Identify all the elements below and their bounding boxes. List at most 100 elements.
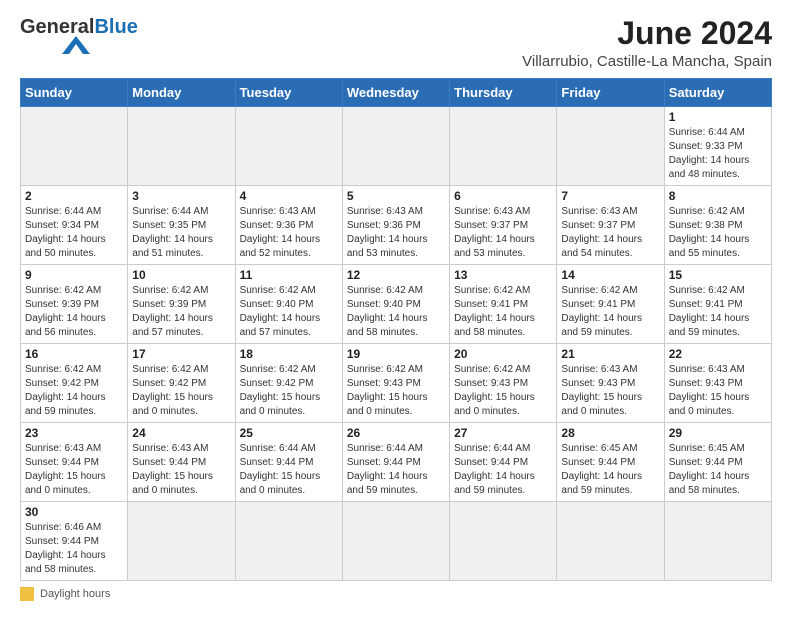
- calendar-header-friday: Friday: [557, 79, 664, 107]
- header: GeneralBlue June 2024 Villarrubio, Casti…: [20, 16, 772, 70]
- calendar-day-cell: 13 Sunrise: 6:42 AM Sunset: 9:41 PM Dayli…: [450, 265, 557, 344]
- logo-general: General: [20, 16, 94, 38]
- day-number: 19: [347, 347, 445, 361]
- calendar-day-cell: 1 Sunrise: 6:44 AM Sunset: 9:33 PM Daylig…: [664, 107, 771, 186]
- calendar-day-cell: 23 Sunrise: 6:43 AM Sunset: 9:44 PM Dayli…: [21, 423, 128, 502]
- day-number: 11: [240, 268, 338, 282]
- day-info: Sunrise: 6:44 AM Sunset: 9:33 PM Dayligh…: [669, 126, 767, 182]
- day-number: 17: [132, 347, 230, 361]
- day-number: 28: [561, 426, 659, 440]
- day-number: 16: [25, 347, 123, 361]
- calendar-day-cell: 11Sunrise: 6:42 AM Sunset: 9:40 PM Dayli…: [235, 265, 342, 344]
- calendar-day-cell: [450, 107, 557, 186]
- logo-area: GeneralBlue: [20, 16, 138, 54]
- day-info: Sunrise: 6:42 AM Sunset: 9:43 PM Dayligh…: [454, 363, 552, 419]
- calendar-header-saturday: Saturday: [664, 79, 771, 107]
- calendar-day-cell: 27Sunrise: 6:44 AM Sunset: 9:44 PM Dayli…: [450, 423, 557, 502]
- calendar-day-cell: 3 Sunrise: 6:44 AM Sunset: 9:35 PM Daylig…: [128, 186, 235, 265]
- day-info: Sunrise: 6:42 AM Sunset: 9:41 PM Dayligh…: [669, 284, 767, 340]
- calendar-day-cell: [21, 107, 128, 186]
- location-subtitle: Villarrubio, Castille-La Mancha, Spain: [522, 53, 772, 70]
- day-info: Sunrise: 6:42 AM Sunset: 9:41 PM Dayligh…: [454, 284, 552, 340]
- calendar-week-row: 16 Sunrise: 6:42 AM Sunset: 9:42 PM Dayli…: [21, 344, 772, 423]
- calendar-day-cell: 19Sunrise: 6:42 AM Sunset: 9:43 PM Dayli…: [342, 344, 449, 423]
- day-info: Sunrise: 6:42 AM Sunset: 9:38 PM Dayligh…: [669, 205, 767, 261]
- day-info: Sunrise: 6:42 AM Sunset: 9:40 PM Dayligh…: [347, 284, 445, 340]
- calendar-day-cell: 24 Sunrise: 6:43 AM Sunset: 9:44 PM Dayli…: [128, 423, 235, 502]
- day-number: 8: [669, 189, 767, 203]
- calendar-header-row: SundayMondayTuesdayWednesdayThursdayFrid…: [21, 79, 772, 107]
- calendar-day-cell: 6 Sunrise: 6:43 AM Sunset: 9:37 PM Daylig…: [450, 186, 557, 265]
- calendar-day-cell: 8 Sunrise: 6:42 AM Sunset: 9:38 PM Daylig…: [664, 186, 771, 265]
- day-info: Sunrise: 6:44 AM Sunset: 9:44 PM Dayligh…: [347, 442, 445, 498]
- calendar-day-cell: 16 Sunrise: 6:42 AM Sunset: 9:42 PM Dayli…: [21, 344, 128, 423]
- day-number: 13: [454, 268, 552, 282]
- day-info: Sunrise: 6:43 AM Sunset: 9:44 PM Dayligh…: [25, 442, 123, 498]
- calendar-day-cell: [557, 107, 664, 186]
- day-number: 1: [669, 110, 767, 124]
- day-number: 23: [25, 426, 123, 440]
- day-info: Sunrise: 6:45 AM Sunset: 9:44 PM Dayligh…: [669, 442, 767, 498]
- day-number: 14: [561, 268, 659, 282]
- day-info: Sunrise: 6:43 AM Sunset: 9:37 PM Dayligh…: [561, 205, 659, 261]
- daylight-box-icon: [20, 587, 34, 601]
- calendar-day-cell: [664, 502, 771, 581]
- calendar-day-cell: 15 Sunrise: 6:42 AM Sunset: 9:41 PM Dayli…: [664, 265, 771, 344]
- calendar-day-cell: [128, 107, 235, 186]
- day-number: 15: [669, 268, 767, 282]
- calendar-day-cell: [235, 502, 342, 581]
- calendar-day-cell: 4Sunrise: 6:43 AM Sunset: 9:36 PM Daylig…: [235, 186, 342, 265]
- day-info: Sunrise: 6:43 AM Sunset: 9:44 PM Dayligh…: [132, 442, 230, 498]
- calendar-day-cell: 22 Sunrise: 6:43 AM Sunset: 9:43 PM Dayli…: [664, 344, 771, 423]
- day-number: 24: [132, 426, 230, 440]
- calendar-day-cell: [128, 502, 235, 581]
- calendar-day-cell: [235, 107, 342, 186]
- calendar-day-cell: 9Sunrise: 6:42 AM Sunset: 9:39 PM Daylig…: [21, 265, 128, 344]
- day-info: Sunrise: 6:42 AM Sunset: 9:42 PM Dayligh…: [240, 363, 338, 419]
- calendar-header-sunday: Sunday: [21, 79, 128, 107]
- calendar-day-cell: 14 Sunrise: 6:42 AM Sunset: 9:41 PM Dayli…: [557, 265, 664, 344]
- day-info: Sunrise: 6:44 AM Sunset: 9:44 PM Dayligh…: [240, 442, 338, 498]
- logo-blue: Blue: [94, 16, 137, 38]
- day-info: Sunrise: 6:45 AM Sunset: 9:44 PM Dayligh…: [561, 442, 659, 498]
- calendar-header-monday: Monday: [128, 79, 235, 107]
- calendar-day-cell: 25Sunrise: 6:44 AM Sunset: 9:44 PM Dayli…: [235, 423, 342, 502]
- calendar-day-cell: 12Sunrise: 6:42 AM Sunset: 9:40 PM Dayli…: [342, 265, 449, 344]
- calendar-table: SundayMondayTuesdayWednesdayThursdayFrid…: [20, 78, 772, 581]
- calendar-day-cell: 18 Sunrise: 6:42 AM Sunset: 9:42 PM Dayli…: [235, 344, 342, 423]
- footer-note: Daylight hours: [20, 587, 772, 601]
- day-number: 26: [347, 426, 445, 440]
- calendar-day-cell: [342, 502, 449, 581]
- calendar-week-row: 30 Sunrise: 6:46 AM Sunset: 9:44 PM Dayli…: [21, 502, 772, 581]
- day-info: Sunrise: 6:43 AM Sunset: 9:43 PM Dayligh…: [561, 363, 659, 419]
- day-info: Sunrise: 6:44 AM Sunset: 9:35 PM Dayligh…: [132, 205, 230, 261]
- day-number: 6: [454, 189, 552, 203]
- day-info: Sunrise: 6:42 AM Sunset: 9:42 PM Dayligh…: [25, 363, 123, 419]
- calendar-day-cell: 7 Sunrise: 6:43 AM Sunset: 9:37 PM Daylig…: [557, 186, 664, 265]
- day-number: 21: [561, 347, 659, 361]
- day-info: Sunrise: 6:43 AM Sunset: 9:43 PM Dayligh…: [669, 363, 767, 419]
- day-number: 18: [240, 347, 338, 361]
- calendar-day-cell: [342, 107, 449, 186]
- calendar-day-cell: 28 Sunrise: 6:45 AM Sunset: 9:44 PM Dayli…: [557, 423, 664, 502]
- month-title: June 2024: [522, 16, 772, 51]
- day-number: 9: [25, 268, 123, 282]
- day-info: Sunrise: 6:42 AM Sunset: 9:41 PM Dayligh…: [561, 284, 659, 340]
- logo: GeneralBlue: [20, 16, 138, 38]
- calendar-week-row: 1 Sunrise: 6:44 AM Sunset: 9:33 PM Daylig…: [21, 107, 772, 186]
- calendar-day-cell: [450, 502, 557, 581]
- calendar-week-row: 23 Sunrise: 6:43 AM Sunset: 9:44 PM Dayli…: [21, 423, 772, 502]
- day-number: 30: [25, 505, 123, 519]
- day-info: Sunrise: 6:43 AM Sunset: 9:37 PM Dayligh…: [454, 205, 552, 261]
- day-number: 4: [240, 189, 338, 203]
- daylight-label: Daylight hours: [40, 588, 110, 600]
- day-info: Sunrise: 6:46 AM Sunset: 9:44 PM Dayligh…: [25, 521, 123, 577]
- calendar-day-cell: 5Sunrise: 6:43 AM Sunset: 9:36 PM Daylig…: [342, 186, 449, 265]
- day-number: 7: [561, 189, 659, 203]
- day-number: 3: [132, 189, 230, 203]
- day-info: Sunrise: 6:42 AM Sunset: 9:39 PM Dayligh…: [132, 284, 230, 340]
- day-number: 10: [132, 268, 230, 282]
- calendar-header-wednesday: Wednesday: [342, 79, 449, 107]
- calendar-day-cell: 26 Sunrise: 6:44 AM Sunset: 9:44 PM Dayli…: [342, 423, 449, 502]
- day-number: 22: [669, 347, 767, 361]
